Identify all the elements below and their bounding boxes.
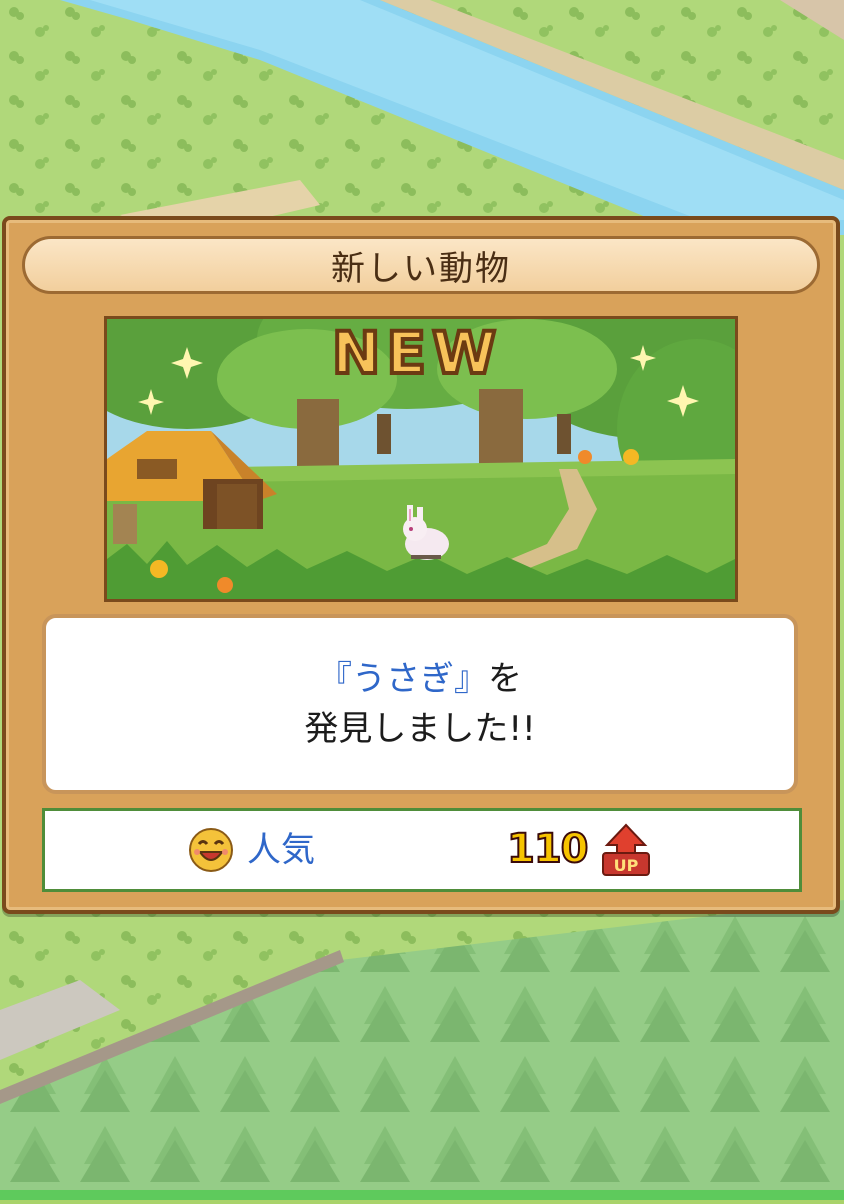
message-line-1: 『うさぎ』を xyxy=(318,654,522,704)
animal-name: うさぎ xyxy=(352,659,454,699)
popularity-value-text: 110 xyxy=(506,825,589,873)
smiley-face-icon xyxy=(189,828,233,872)
up-arrow-icon: UP xyxy=(602,823,650,876)
popularity-value: 110 xyxy=(506,821,589,877)
message-particle: を xyxy=(488,659,522,699)
forest-scene-image: NEW xyxy=(104,316,738,602)
dialog-title-bar: 新しい動物 xyxy=(22,236,820,294)
new-animal-dialog[interactable]: 新しい動物 NEW 『うさぎ』を 発見しました!! 人気 110 UP xyxy=(2,216,840,914)
close-quote: 』 xyxy=(454,659,488,699)
discovery-message-box: 『うさぎ』を 発見しました!! xyxy=(42,614,798,794)
popularity-label: 人気 xyxy=(247,830,315,870)
new-banner: NEW xyxy=(332,319,502,387)
up-badge-text: UP xyxy=(614,856,639,875)
popularity-stat-box: 人気 110 UP xyxy=(42,808,802,892)
open-quote: 『 xyxy=(318,659,352,699)
dialog-title: 新しい動物 xyxy=(331,248,511,289)
forest-scene-art: NEW xyxy=(107,319,735,599)
message-line-2: 発見しました!! xyxy=(304,709,536,749)
